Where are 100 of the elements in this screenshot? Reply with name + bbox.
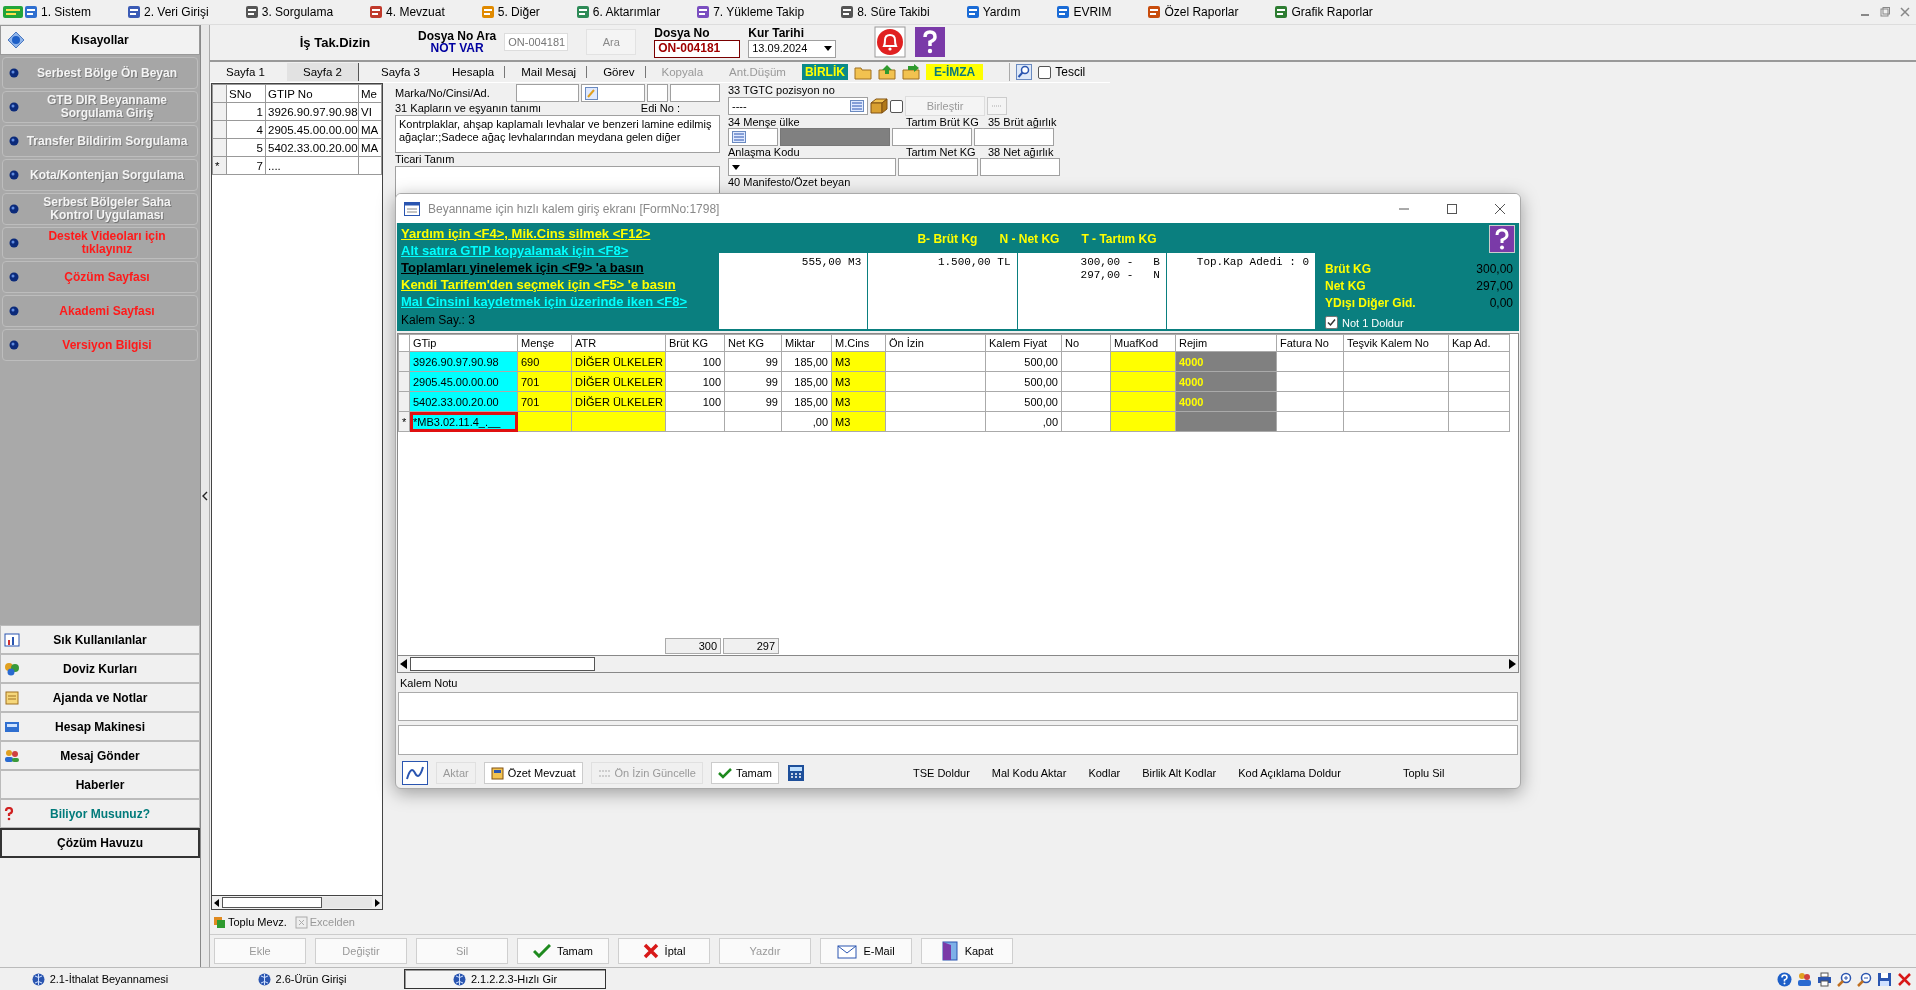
dialog-link[interactable]: Kod Açıklama Doldur [1238,767,1341,780]
dialog-link[interactable]: Kodlar [1088,767,1121,780]
shortcut-hint[interactable]: Kendi Tarifem'den seçmek için <F5> 'e basın [401,276,719,293]
shortcut-hint[interactable]: Toplamları yinelemek için <F9> 'a basın [401,259,719,276]
toolbar-action[interactable]: Hesapla [442,66,506,78]
action-button[interactable]: Kapat [921,938,1013,964]
sidebar-panel[interactable]: Çözüm Havuzu [0,828,200,858]
close-icon[interactable] [1494,202,1506,215]
window-tab[interactable]: 2.1-İthalat Beyannamesi [0,970,200,988]
window-tab[interactable]: 2.6-Ürün Girişi [202,970,402,988]
dialog-link[interactable]: Birlik Alt Kodlar [1142,767,1217,780]
list-button[interactable]: Toplu Mevz. [213,915,287,929]
agreement-dropdown[interactable] [728,158,896,176]
toolbar-action[interactable]: Mail Mesaj [511,66,588,78]
action-button[interactable]: İptal [618,938,710,964]
page-tab[interactable]: Sayfa 3 [365,63,436,81]
sidebar-panel[interactable]: Hesap Makinesi [0,712,200,741]
brand-field[interactable] [646,84,669,102]
menu-item[interactable]: 4. Mevzuat [369,5,445,19]
search-field[interactable]: ON-004181 [504,33,569,51]
folder-icon[interactable] [853,64,872,80]
help-icon[interactable] [1777,971,1792,987]
tile-icon [127,5,141,19]
page-tab[interactable]: Sayfa 1 [210,63,281,81]
tare-gross-field[interactable] [892,128,972,146]
shortcut-hint[interactable]: Mal Cinsini kaydetmek için üzerinde iken <F8> [401,293,719,310]
menu-item[interactable]: 2. Veri Girişi [127,5,209,19]
dialog-link[interactable]: Toplu Sil [1402,767,1445,780]
action-button[interactable]: Tamam [517,938,609,964]
list-icon[interactable] [732,131,746,143]
scroll-left-icon[interactable] [399,659,409,669]
printer-icon[interactable] [1817,971,1832,987]
box-icon[interactable] [870,98,888,114]
sidebar-panel[interactable]: Biliyor Musunuz? [0,799,200,828]
checkbox[interactable] [890,99,903,113]
menu-item[interactable]: 1. Sistem [24,5,91,19]
menu-item[interactable]: 6. Aktarımlar [575,5,661,19]
close-icon[interactable] [1900,7,1910,17]
gross-field[interactable] [974,128,1054,146]
maximize-icon[interactable] [1446,202,1458,215]
summary-line: Top.Kap Adedi : 0 [1196,256,1309,269]
menu-item[interactable]: 5. Diğer [480,5,540,19]
menu-item[interactable]: EVRIM [1056,5,1112,19]
description-field[interactable]: Kontrplaklar, ahşap kaplamalı levhalar ve benzeri lamine edilmiş ağaçlar:;Sadece ağaç levhalarından meydana gelen diğer [395,115,720,153]
date-dropdown[interactable]: 13.09.2024 [748,39,837,58]
net-field[interactable] [980,158,1060,176]
file-number-field[interactable]: ON-004181 [654,39,741,58]
zoom-out-icon[interactable] [1857,971,1872,987]
dialog-link[interactable]: Mal Kodu Aktar [991,767,1067,780]
menu-item[interactable]: 7. Yükleme Takip [696,5,805,19]
brand-field[interactable] [581,84,645,102]
register-checkbox[interactable]: Tescil [1038,65,1086,79]
sidebar-panel[interactable]: Sık Kullanılanlar [0,625,200,654]
folder-arrow-icon[interactable] [901,64,920,80]
sidebar-panel[interactable]: Mesaj Gönder [0,741,200,770]
tare-net-field[interactable] [898,158,978,176]
menu-item[interactable]: Grafik Raporlar [1274,5,1373,19]
action-button[interactable]: E-Mail [820,938,912,964]
bell-icon[interactable] [874,26,907,58]
close-icon[interactable] [1897,971,1912,987]
note-field[interactable] [398,725,1518,755]
scroll-right-icon[interactable] [1507,659,1517,669]
sidebar-panel[interactable]: Doviz Kurları [0,654,200,683]
note-checkbox[interactable]: Not 1 Doldur [1325,316,1513,329]
union-button[interactable]: BİRLİK [801,64,848,80]
sidebar-panel[interactable]: Ajanda ve Notlar [0,683,200,712]
tile-icon [575,5,590,19]
shortcut-hint[interactable]: Alt satıra GTIP kopyalamak için <F8> [401,242,719,259]
window-tab[interactable]: 2.1.2.2.3-Hızlı Gir [404,969,606,989]
edit-icon[interactable] [585,86,599,100]
sidebar-panel[interactable]: Haberler [0,770,200,799]
zoom-in-icon[interactable] [1837,971,1852,987]
people-icon[interactable] [1797,971,1812,987]
save-icon[interactable] [1877,971,1892,987]
help-icon[interactable] [914,26,947,58]
tgtc-field[interactable]: ---- [728,97,868,115]
list-icon[interactable] [850,100,864,112]
calculator-icon[interactable] [786,764,805,783]
horizontal-scrollbar[interactable] [211,896,383,910]
e-signature-button[interactable]: E-İMZA [925,64,984,80]
toolbar-action[interactable]: Görev [593,66,646,78]
dialog-button[interactable]: Tamam [710,762,779,785]
search-icon[interactable] [1016,64,1033,80]
page-tab[interactable]: Sayfa 2 [287,63,359,81]
shortcut-hint[interactable]: Yardım için <F4>, Mik.Cins silmek <F12> [401,225,719,242]
dialog-button[interactable]: Özet Mevzuat [483,762,583,785]
menu-item[interactable]: Yardım [965,5,1021,19]
menu-item[interactable]: 8. Süre Takibi [840,5,930,19]
restore-icon[interactable] [1880,7,1890,17]
menu-item[interactable]: 3. Sorgulama [244,5,334,19]
brand-field[interactable] [515,84,580,102]
dialog-link[interactable]: TSE Doldur [912,767,970,780]
help-icon[interactable] [1489,225,1515,253]
folder-up-icon[interactable] [877,64,896,80]
note-field[interactable] [398,692,1518,722]
origin-field[interactable] [728,128,778,146]
horizontal-scrollbar[interactable] [398,655,1518,672]
menu-item[interactable]: Özel Raporlar [1147,5,1239,19]
collapse-icon[interactable] [202,491,208,501]
brand-field[interactable] [670,84,720,102]
